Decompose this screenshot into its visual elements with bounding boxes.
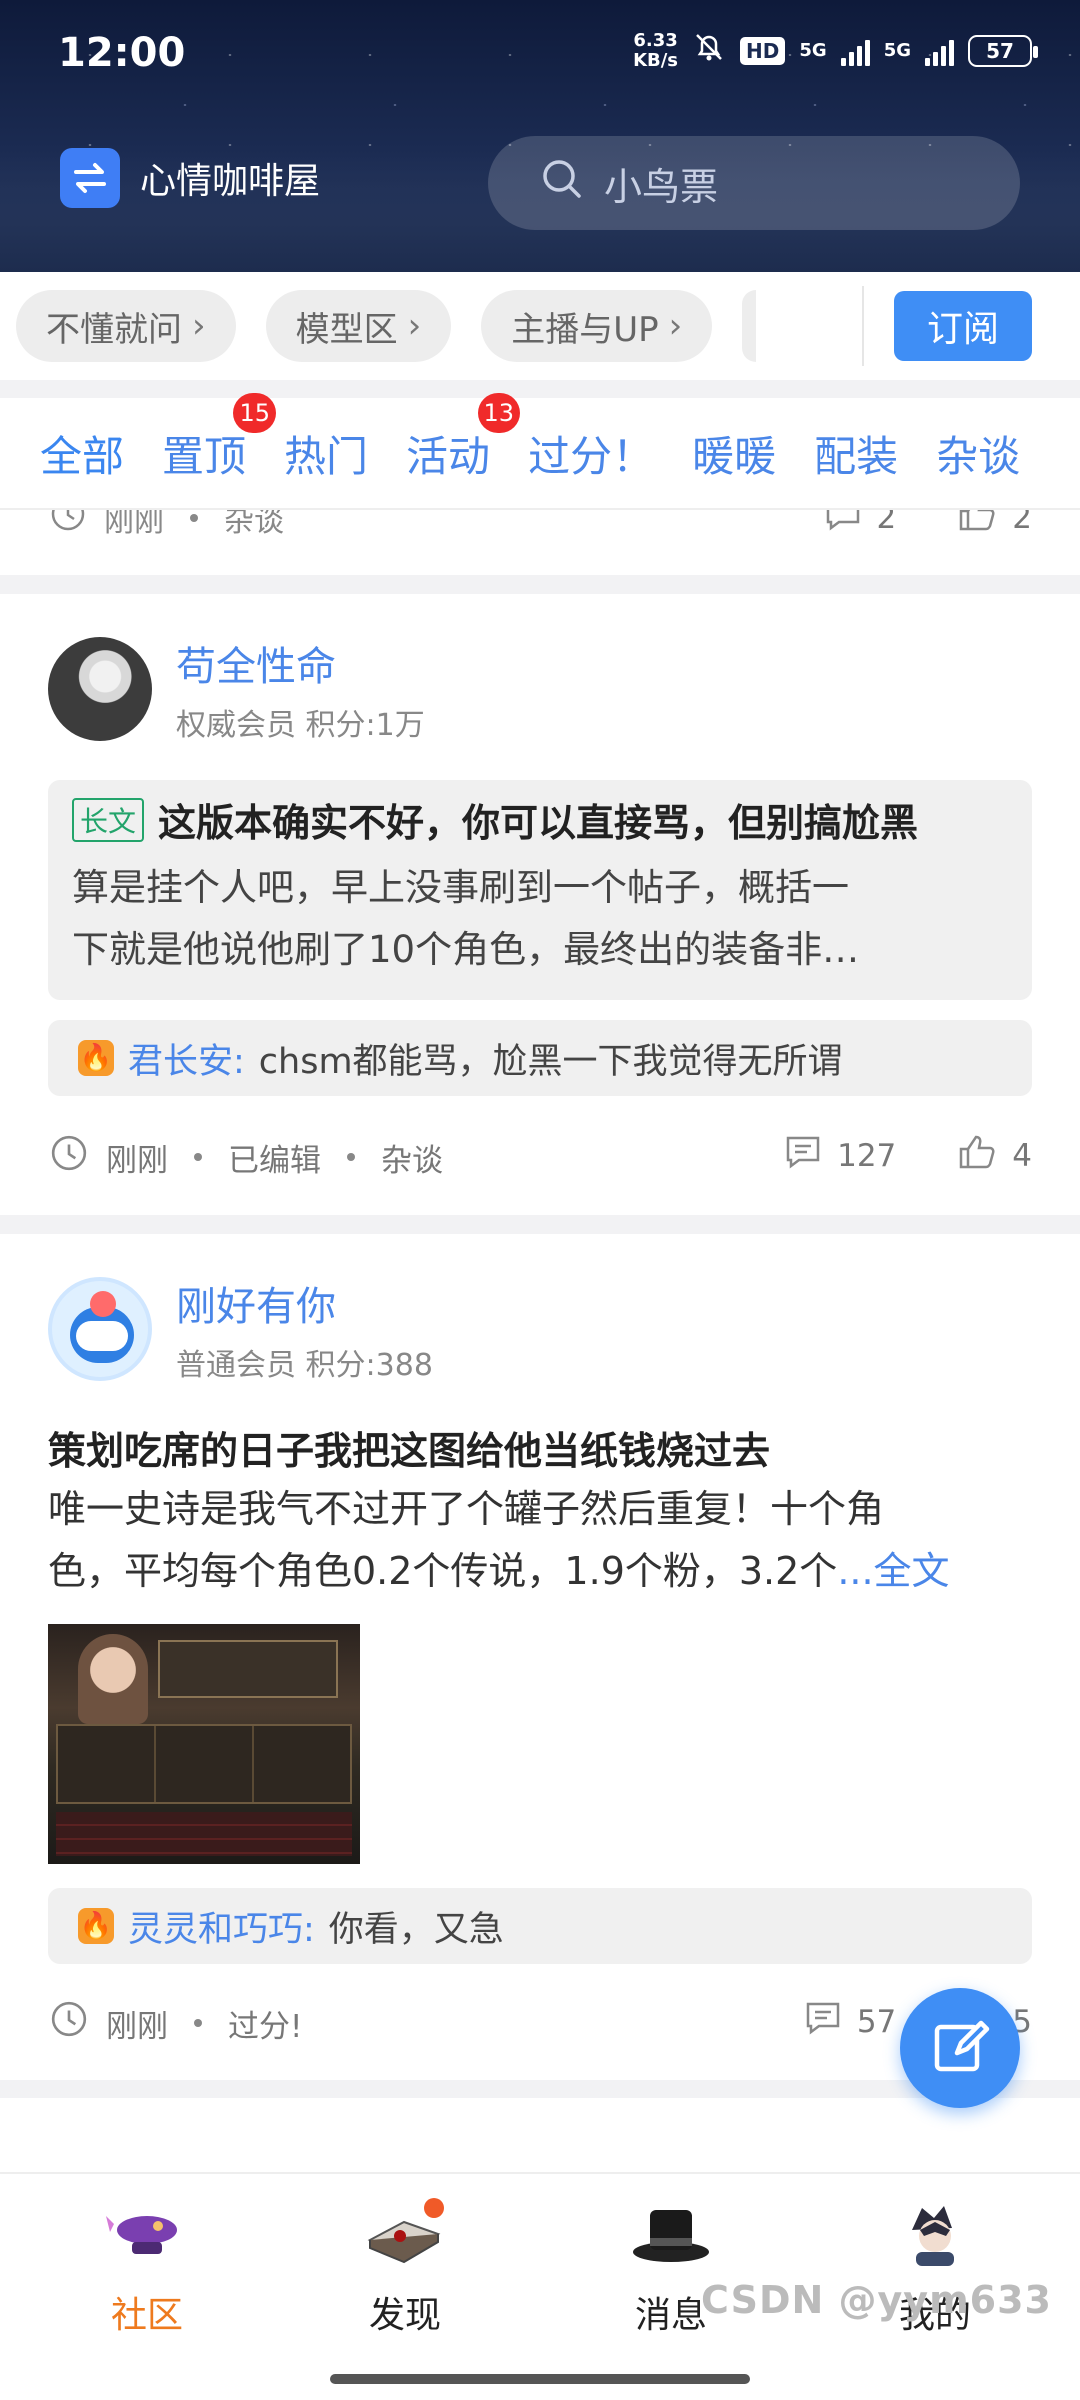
chip-sub-forum[interactable]: 模型区 › bbox=[265, 290, 452, 362]
tab-pinned[interactable]: 置顶 15 bbox=[162, 392, 277, 484]
hot-reply[interactable]: 🔥 灵灵和巧巧: 你看，又急 bbox=[48, 1888, 1032, 1964]
post-meta: 刚刚 过分! bbox=[50, 2000, 302, 2046]
chip-sub-forum[interactable]: 不懂就问 › bbox=[16, 290, 236, 362]
author-name[interactable]: 刚好有你 bbox=[176, 1274, 433, 1332]
chevron-right-icon: › bbox=[668, 306, 683, 346]
post-card-partial[interactable] bbox=[0, 2098, 1080, 2172]
nav-community[interactable]: 社区 bbox=[62, 2200, 232, 2338]
post-title: 长文 这版本确实不好，你可以直接骂，但别搞尬黑 bbox=[72, 792, 1008, 847]
sub-forum-chips: 不懂就问 › 模型区 › 主播与UP › bbox=[0, 272, 840, 380]
tab-build[interactable]: 配装 bbox=[814, 423, 898, 484]
post-meta: 刚刚 杂谈 bbox=[50, 510, 284, 540]
search-icon bbox=[540, 157, 584, 210]
comment-icon bbox=[805, 2001, 841, 2043]
community-header: 12:00 6.33 KB/s HD 5G 5G 57 心情咖啡屋 小鸟票 bbox=[0, 0, 1080, 272]
comment-count[interactable]: 127 bbox=[785, 1135, 896, 1177]
post-image-thumbnail[interactable] bbox=[48, 1624, 360, 1864]
post-excerpt: 算是挂个人吧，早上没事刷到一个帖子，概括一 下就是他说他刷了10个角色，最终出的… bbox=[72, 866, 860, 971]
reply-author: 君长安: bbox=[128, 1041, 245, 1082]
status-icons: 6.33 KB/s HD 5G 5G 57 bbox=[633, 30, 1038, 72]
thumbs-up-icon bbox=[958, 510, 996, 540]
chip-sub-forum-partial[interactable] bbox=[742, 290, 757, 362]
comment-count[interactable]: 2 bbox=[825, 510, 896, 539]
signal-icon-2 bbox=[925, 36, 954, 66]
tab-too-much[interactable]: 过分！ bbox=[528, 423, 654, 484]
thumbs-up-icon bbox=[958, 1134, 996, 1178]
group-name: 心情咖啡屋 bbox=[140, 161, 321, 202]
hot-reply[interactable]: 🔥 君长安: chsm都能骂，尬黑一下我觉得无所谓 bbox=[48, 1020, 1032, 1096]
nav-discover[interactable]: 发现 bbox=[320, 2198, 490, 2338]
long-post-preview[interactable]: 长文 这版本确实不好，你可以直接骂，但别搞尬黑 算是挂个人吧，早上没事刷到一个帖… bbox=[48, 780, 1032, 1000]
network-speed: 6.33 KB/s bbox=[633, 30, 679, 71]
post-stats: 127 4 bbox=[745, 1134, 1032, 1178]
post-author[interactable]: 苟全性命 权威会员 积分:1万 bbox=[48, 634, 425, 744]
author-level: 普通会员 积分:388 bbox=[176, 1348, 433, 1383]
tab-nuannuan[interactable]: 暖暖 bbox=[692, 423, 776, 484]
category-tabs: 全部 置顶 15 热门 活动 13 过分！ 暖暖 配装 杂谈 bbox=[0, 392, 1080, 510]
long-post-tag: 长文 bbox=[72, 797, 145, 842]
post-card[interactable]: 苟全性命 权威会员 积分:1万 长文 这版本确实不好，你可以直接骂，但别搞尬黑 … bbox=[0, 594, 1080, 1215]
tab-all[interactable]: 全部 bbox=[40, 423, 124, 484]
reply-text: 你看，又急 bbox=[328, 1909, 504, 1950]
divider bbox=[862, 286, 864, 366]
post-excerpt[interactable]: 唯一史诗是我气不过开了个罐子然后重复！十个角 色，平均每个角色0.2个传说，1.… bbox=[48, 1478, 1038, 1602]
network-type-2: 5G bbox=[883, 40, 911, 61]
count-badge: 15 bbox=[233, 392, 277, 433]
post-feed: 刚刚 杂谈 2 2 苟全性命 权威会员 积分:1万 长文 这版本确实不好，你可以… bbox=[0, 510, 1080, 2172]
group-switcher[interactable]: 心情咖啡屋 bbox=[60, 148, 320, 208]
watermark: CSDN @yym633 bbox=[701, 2278, 1052, 2322]
tab-misc[interactable]: 杂谈 bbox=[936, 423, 1020, 484]
hd-icon: HD bbox=[740, 37, 786, 65]
comment-icon bbox=[785, 1135, 821, 1177]
character-avatar-icon bbox=[890, 2200, 980, 2270]
open-book-icon bbox=[360, 2198, 450, 2270]
chevron-right-icon: › bbox=[407, 306, 422, 346]
home-indicator[interactable] bbox=[330, 2374, 750, 2384]
search-input[interactable]: 小鸟票 bbox=[488, 136, 1020, 230]
mute-bell-icon bbox=[692, 30, 726, 72]
search-placeholder: 小鸟票 bbox=[604, 164, 719, 209]
count-badge: 13 bbox=[477, 392, 521, 433]
tab-events[interactable]: 活动 13 bbox=[406, 392, 521, 484]
clock-icon bbox=[50, 510, 86, 540]
chip-sub-forum[interactable]: 主播与UP › bbox=[481, 290, 713, 362]
chevron-right-icon: › bbox=[192, 306, 206, 346]
network-type-1: 5G bbox=[799, 40, 827, 61]
top-hat-icon bbox=[626, 2200, 716, 2270]
post-card[interactable]: 刚好有你 普通会员 积分:388 策划吃席的日子我把这图给他当纸钱烧过去 唯一史… bbox=[0, 1234, 1080, 2080]
status-bar: 12:00 6.33 KB/s HD 5G 5G 57 bbox=[0, 0, 1080, 100]
comment-icon bbox=[825, 510, 861, 539]
subscribe-button[interactable]: 订阅 bbox=[894, 291, 1032, 361]
fire-icon: 🔥 bbox=[78, 1040, 114, 1076]
clock-icon bbox=[50, 1134, 88, 1180]
reply-author: 灵灵和巧巧: bbox=[128, 1909, 315, 1950]
app-screen: 12:00 6.33 KB/s HD 5G 5G 57 心情咖啡屋 小鸟票 不懂… bbox=[0, 0, 1080, 2400]
fire-icon: 🔥 bbox=[78, 1908, 114, 1944]
author-name[interactable]: 苟全性命 bbox=[176, 634, 425, 692]
clock-icon bbox=[50, 2000, 88, 2046]
author-level: 权威会员 积分:1万 bbox=[176, 708, 425, 743]
like-count[interactable]: 4 bbox=[958, 1134, 1032, 1178]
post-meta: 刚刚 已编辑 杂谈 bbox=[50, 1134, 443, 1180]
signal-icon-1 bbox=[840, 36, 870, 66]
edit-pencil-icon bbox=[929, 2015, 991, 2081]
sub-forum-bar: 不懂就问 › 模型区 › 主播与UP › 订阅 bbox=[0, 272, 1080, 380]
post-author[interactable]: 刚好有你 普通会员 积分:388 bbox=[48, 1274, 433, 1384]
compose-post-button[interactable] bbox=[900, 1988, 1020, 2108]
tab-hot[interactable]: 热门 bbox=[284, 423, 368, 484]
comment-count[interactable]: 57 bbox=[805, 2001, 896, 2043]
reply-text: chsm都能骂，尬黑一下我觉得无所谓 bbox=[258, 1041, 843, 1082]
avatar[interactable] bbox=[48, 637, 152, 741]
battery-icon: 57 bbox=[968, 35, 1038, 67]
like-count[interactable]: 2 bbox=[958, 510, 1032, 540]
post-title[interactable]: 策划吃席的日子我把这图给他当纸钱烧过去 bbox=[48, 1420, 770, 1475]
read-more-link[interactable]: ...全文 bbox=[837, 1549, 949, 1593]
post-stats: 2 2 bbox=[785, 510, 1032, 540]
post-card-partial[interactable]: 刚刚 杂谈 2 2 bbox=[0, 510, 1080, 575]
avatar[interactable] bbox=[48, 1277, 152, 1381]
new-dot-badge bbox=[424, 2198, 444, 2218]
airship-icon bbox=[102, 2200, 192, 2270]
switch-arrows-icon bbox=[60, 148, 120, 208]
clock: 12:00 bbox=[58, 30, 186, 76]
